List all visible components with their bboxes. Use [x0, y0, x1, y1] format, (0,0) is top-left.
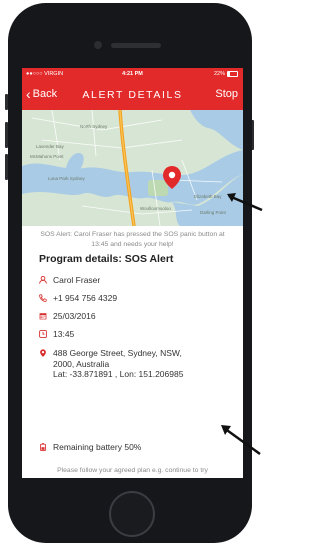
section-title: Program details: SOS Alert: [39, 253, 174, 265]
location-pin-icon: [40, 349, 46, 357]
phone-icon: [39, 294, 47, 302]
battery-percent: 22%: [213, 71, 225, 77]
map-label-darling-point: Darling Point: [200, 210, 226, 215]
clock-icon: [39, 330, 47, 338]
map-graphic: [22, 110, 243, 226]
status-bar: ●●○○○ VIRGIN 4:21 PM 22%: [22, 68, 243, 80]
detail-address: 488 George Street, Sydney, NSW, 2000, Au…: [53, 348, 183, 380]
nav-bar: ‹ Back ALERT DETAILS Stop: [22, 80, 243, 110]
address-coordinates: Lat: -33.871891 , Lon: 151.206985: [53, 369, 184, 379]
map-label-woolloomooloo: Woolloomooloo: [140, 206, 171, 211]
map-label-mcmahons-point: McMahons Point: [30, 154, 64, 159]
battery-icon: [227, 71, 238, 77]
map-label-lavender-bay: Lavender Bay: [36, 144, 64, 149]
park-area: [148, 180, 168, 196]
detail-time: 13:45: [53, 329, 75, 339]
detail-address-row: 488 George Street, Sydney, NSW, 2000, Au…: [39, 348, 183, 380]
sos-alert-message: SOS Alert: Carol Fraser has pressed the …: [40, 231, 225, 248]
detail-name: Carol Fraser: [53, 275, 101, 285]
detail-date: 25/03/2016: [53, 311, 96, 321]
battery-fill: [228, 72, 230, 76]
location-map[interactable]: North Sydney Lavender Bay McMahons Point…: [22, 110, 243, 226]
map-label-elizabeth-bay: Elizabeth Bay: [194, 194, 222, 199]
status-time: 4:21 PM: [122, 71, 143, 77]
detail-phone-row[interactable]: +1 954 756 4329: [39, 293, 117, 304]
detail-phone: +1 954 756 4329: [53, 293, 118, 303]
detail-name-row: Carol Fraser: [39, 275, 100, 286]
person-icon: [39, 276, 47, 284]
annotation-arrow-map: [227, 193, 263, 212]
detail-date-row: 25/03/2016: [39, 311, 96, 322]
annotation-arrow-address: [221, 425, 261, 456]
calendar-icon: [39, 313, 47, 320]
home-button[interactable]: [109, 491, 155, 537]
stop-button[interactable]: Stop: [215, 88, 238, 100]
footer-message: Please follow your agreed plan e.g. cont…: [57, 467, 208, 474]
detail-time-row: 13:45: [39, 329, 74, 340]
app-screen: ●●○○○ VIRGIN 4:21 PM 22% ‹ Back ALERT DE…: [22, 68, 243, 478]
page-title: ALERT DETAILS: [82, 89, 183, 101]
front-camera: [94, 41, 102, 49]
address-line-2: 2000, Australia: [53, 358, 110, 369]
map-label-luna-park: Luna Park Sydney: [48, 176, 85, 181]
detail-battery-row: Remaining battery 50%: [39, 442, 141, 453]
detail-battery: Remaining battery 50%: [53, 442, 142, 452]
earpiece-speaker: [111, 43, 161, 48]
address-line-1: 488 George Street, Sydney, NSW,: [53, 348, 182, 358]
map-label-north-sydney: North Sydney: [80, 124, 108, 129]
battery-icon: [40, 443, 46, 451]
